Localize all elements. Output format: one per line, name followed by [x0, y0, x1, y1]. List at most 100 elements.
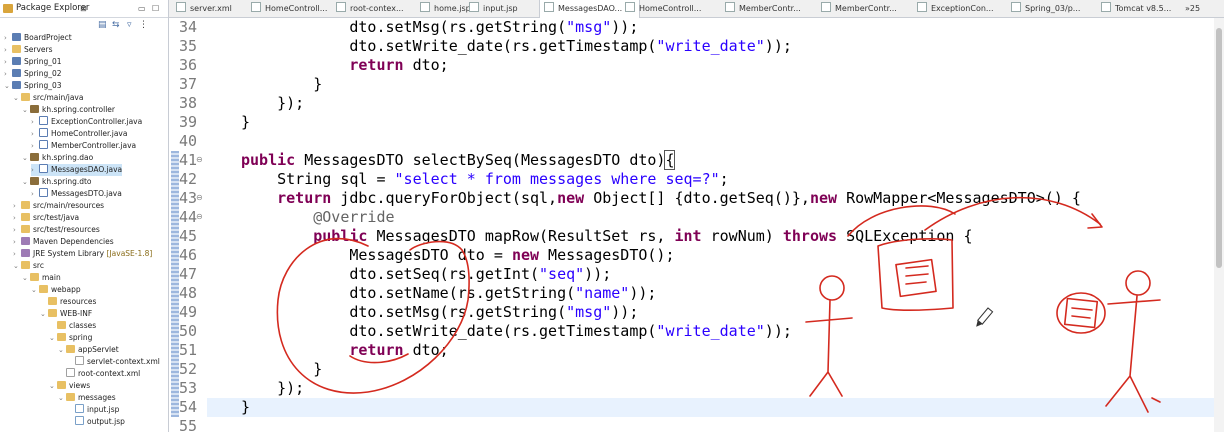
chevron-right-icon[interactable]: ›	[4, 56, 12, 68]
code-line[interactable]: });	[241, 94, 304, 113]
maximize-icon[interactable]: ☐	[152, 0, 159, 17]
tree-item[interactable]: › ExceptionController.java	[31, 116, 142, 128]
code-line[interactable]: public MessagesDTO mapRow(ResultSet rs, …	[241, 227, 972, 246]
chevron-right-icon[interactable]: ›	[31, 140, 39, 152]
tree-item[interactable]: classes	[49, 320, 96, 332]
chevron-down-icon[interactable]: ⌄	[31, 284, 39, 296]
code-line[interactable]: }	[241, 398, 250, 417]
chevron-down-icon[interactable]: ⌄	[22, 176, 30, 188]
package-explorer-tab[interactable]: Package Explorer ⊠ ▭ ☐	[0, 0, 168, 18]
editor-tab[interactable]: ExceptionCon...	[913, 0, 998, 17]
code-line[interactable]: }	[241, 75, 322, 94]
code-line[interactable]: dto.setMsg(rs.getString("msg"));	[241, 303, 638, 322]
editor-tab[interactable]: Spring_03/p...	[1007, 0, 1084, 17]
tree-item[interactable]: ⌄ main	[22, 272, 61, 284]
tree-item[interactable]: ⌄ src	[13, 260, 44, 272]
tree-item[interactable]: › BoardProject	[4, 32, 72, 44]
code-line[interactable]: public MessagesDTO selectBySeq(MessagesD…	[241, 150, 676, 170]
fold-toggle-icon[interactable]: ⊖	[196, 212, 203, 221]
tree-item[interactable]: output.jsp	[67, 416, 125, 428]
vertical-scrollbar[interactable]	[1214, 18, 1224, 432]
code-line[interactable]: dto.setName(rs.getString("name"));	[241, 284, 656, 303]
chevron-down-icon[interactable]: ⌄	[13, 260, 21, 272]
chevron-right-icon[interactable]: ›	[31, 188, 39, 200]
editor-tab[interactable]: input.jsp	[465, 0, 522, 17]
fold-toggle-icon[interactable]: ⊖	[196, 155, 203, 164]
editor-tab[interactable]: MemberContr...	[817, 0, 901, 17]
code-editor[interactable]: 34 dto.setMsg(rs.getString("msg")); 35 dt…	[169, 18, 1224, 435]
code-line[interactable]: String sql = "select * from messages whe…	[241, 170, 729, 189]
editor-tab[interactable]: Tomcat v8.5...	[1097, 0, 1175, 17]
tree-item[interactable]: ⌄ messages	[58, 392, 116, 404]
tree-item[interactable]: servlet-context.xml	[67, 356, 160, 368]
tree-item[interactable]: ⌄ WEB-INF	[40, 308, 92, 320]
tree-item[interactable]: › JRE System Library [JavaSE-1.8]	[13, 248, 152, 260]
tree-item[interactable]: input.jsp	[67, 404, 119, 416]
tree-item[interactable]: › MessagesDAO.java	[31, 164, 123, 176]
close-icon[interactable]: ⊠	[80, 0, 87, 17]
chevron-down-icon[interactable]: ⌄	[49, 380, 57, 392]
chevron-down-icon[interactable]: ⌄	[58, 344, 66, 356]
view-menu-icon[interactable]: ⋮	[139, 20, 148, 30]
code-line[interactable]: dto.setSeq(rs.getInt("seq"));	[241, 265, 611, 284]
chevron-right-icon[interactable]: ›	[13, 212, 21, 224]
chevron-right-icon[interactable]: ›	[31, 164, 39, 176]
editor-tab[interactable]: server.xml	[172, 0, 236, 17]
code-line[interactable]: return dto;	[241, 56, 448, 75]
chevron-down-icon[interactable]: ⌄	[22, 104, 30, 116]
tree-item[interactable]: › MessagesDTO.java	[31, 188, 122, 200]
tree-item[interactable]: › MemberController.java	[31, 140, 136, 152]
tree-item[interactable]: root-context.xml	[58, 368, 140, 380]
tree-item[interactable]: ⌄ kh.spring.dao	[22, 152, 93, 164]
tree-item[interactable]: › Servers	[4, 44, 53, 56]
tree-item[interactable]: resources	[40, 296, 96, 308]
code-line[interactable]: dto.setMsg(rs.getString("msg"));	[241, 18, 638, 37]
tree-item[interactable]: ⌄ kh.spring.dto	[22, 176, 92, 188]
minimize-icon[interactable]: ▭	[138, 0, 146, 17]
collapse-all-icon[interactable]: ▤	[98, 20, 107, 30]
chevron-down-icon[interactable]: ⌄	[22, 152, 30, 164]
chevron-right-icon[interactable]: ›	[13, 236, 21, 248]
chevron-down-icon[interactable]: ⌄	[22, 272, 30, 284]
chevron-down-icon[interactable]: ⌄	[13, 92, 21, 104]
fold-toggle-icon[interactable]: ⊖	[196, 193, 203, 202]
tree-item[interactable]: › Maven Dependencies	[13, 236, 114, 248]
chevron-right-icon[interactable]: ›	[13, 224, 21, 236]
tree-item[interactable]: › HomeController.java	[31, 128, 127, 140]
editor-tab[interactable]: MemberContr...	[721, 0, 805, 17]
chevron-down-icon[interactable]: ⌄	[58, 392, 66, 404]
chevron-right-icon[interactable]: ›	[13, 200, 21, 212]
editor-tab[interactable]: HomeControll...	[247, 0, 331, 17]
tree-item[interactable]: › src/main/resources	[13, 200, 104, 212]
chevron-right-icon[interactable]: ›	[4, 32, 12, 44]
code-line[interactable]: });	[241, 379, 304, 398]
code-line[interactable]: }	[241, 360, 322, 379]
code-line[interactable]: dto.setWrite_date(rs.getTimestamp("write…	[241, 322, 792, 341]
tree-item[interactable]: › Spring_02	[4, 68, 62, 80]
tree-item[interactable]: › Spring_01	[4, 56, 62, 68]
code-line[interactable]: dto.setWrite_date(rs.getTimestamp("write…	[241, 37, 792, 56]
chevron-down-icon[interactable]: ⌄	[4, 80, 12, 92]
tree-item[interactable]: ⌄ kh.spring.controller	[22, 104, 115, 116]
code-line[interactable]: return dto;	[241, 341, 448, 360]
code-line[interactable]: }	[241, 113, 250, 132]
chevron-right-icon[interactable]: ›	[4, 68, 12, 80]
tree-item[interactable]: ⌄ spring	[49, 332, 92, 344]
filter-icon[interactable]: ▿	[127, 20, 132, 30]
editor-tab[interactable]: root-contex...	[332, 0, 408, 17]
tree-item[interactable]: ⌄ views	[49, 380, 90, 392]
tree-item[interactable]: ⌄ webapp	[31, 284, 81, 296]
chevron-right-icon[interactable]: ›	[13, 248, 21, 260]
scrollbar-thumb[interactable]	[1216, 28, 1222, 268]
code-line[interactable]: return jdbc.queryForObject(sql,new Objec…	[241, 189, 1081, 208]
chevron-down-icon[interactable]: ⌄	[49, 332, 57, 344]
tree-item[interactable]: › src/test/resources	[13, 224, 100, 236]
code-line[interactable]: @Override	[241, 208, 394, 227]
chevron-right-icon[interactable]: ›	[31, 116, 39, 128]
tree-item[interactable]: ⌄ Spring_03	[4, 80, 62, 92]
link-with-editor-icon[interactable]: ⇆	[112, 20, 120, 30]
tree-item[interactable]: ⌄ appServlet	[58, 344, 119, 356]
chevron-right-icon[interactable]: ›	[4, 44, 12, 56]
chevron-right-icon[interactable]: ›	[31, 128, 39, 140]
editor-tab[interactable]: »25	[1181, 0, 1204, 17]
